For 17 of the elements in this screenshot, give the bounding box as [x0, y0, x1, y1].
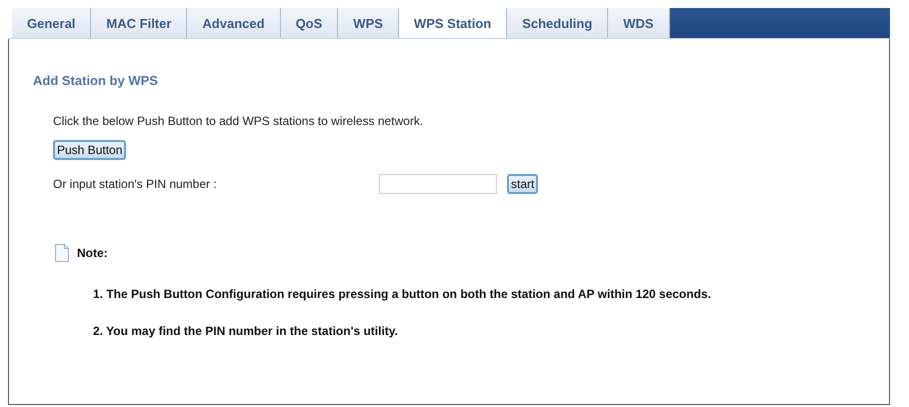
pin-input-field[interactable]	[379, 174, 497, 194]
tab[interactable]: Scheduling	[507, 8, 608, 38]
tab[interactable]: WPS	[338, 8, 399, 38]
note-title: Note:	[77, 246, 108, 260]
tab[interactable]: Advanced	[187, 8, 281, 38]
push-button[interactable]: Push Button	[53, 140, 126, 160]
tab[interactable]: General	[12, 8, 92, 38]
note-text: 2. You may find the PIN number in the station's utility.	[92, 323, 399, 340]
document-icon	[55, 244, 69, 262]
section-title: Add Station by WPS	[33, 73, 159, 88]
tab[interactable]: MAC Filter	[91, 8, 188, 38]
start-button[interactable]: start	[507, 174, 538, 194]
description-text: Click the below Push Button to add WPS stations to wireless network.	[53, 114, 424, 128]
tab[interactable]: QoS	[280, 8, 338, 38]
tab[interactable]: WDS	[608, 8, 670, 38]
pin-label: Or input station's PIN number :	[53, 177, 218, 191]
note-text: 1. The Push Button Configuration requires pressing a button on both the station and AP within 120 seconds.	[92, 286, 712, 303]
